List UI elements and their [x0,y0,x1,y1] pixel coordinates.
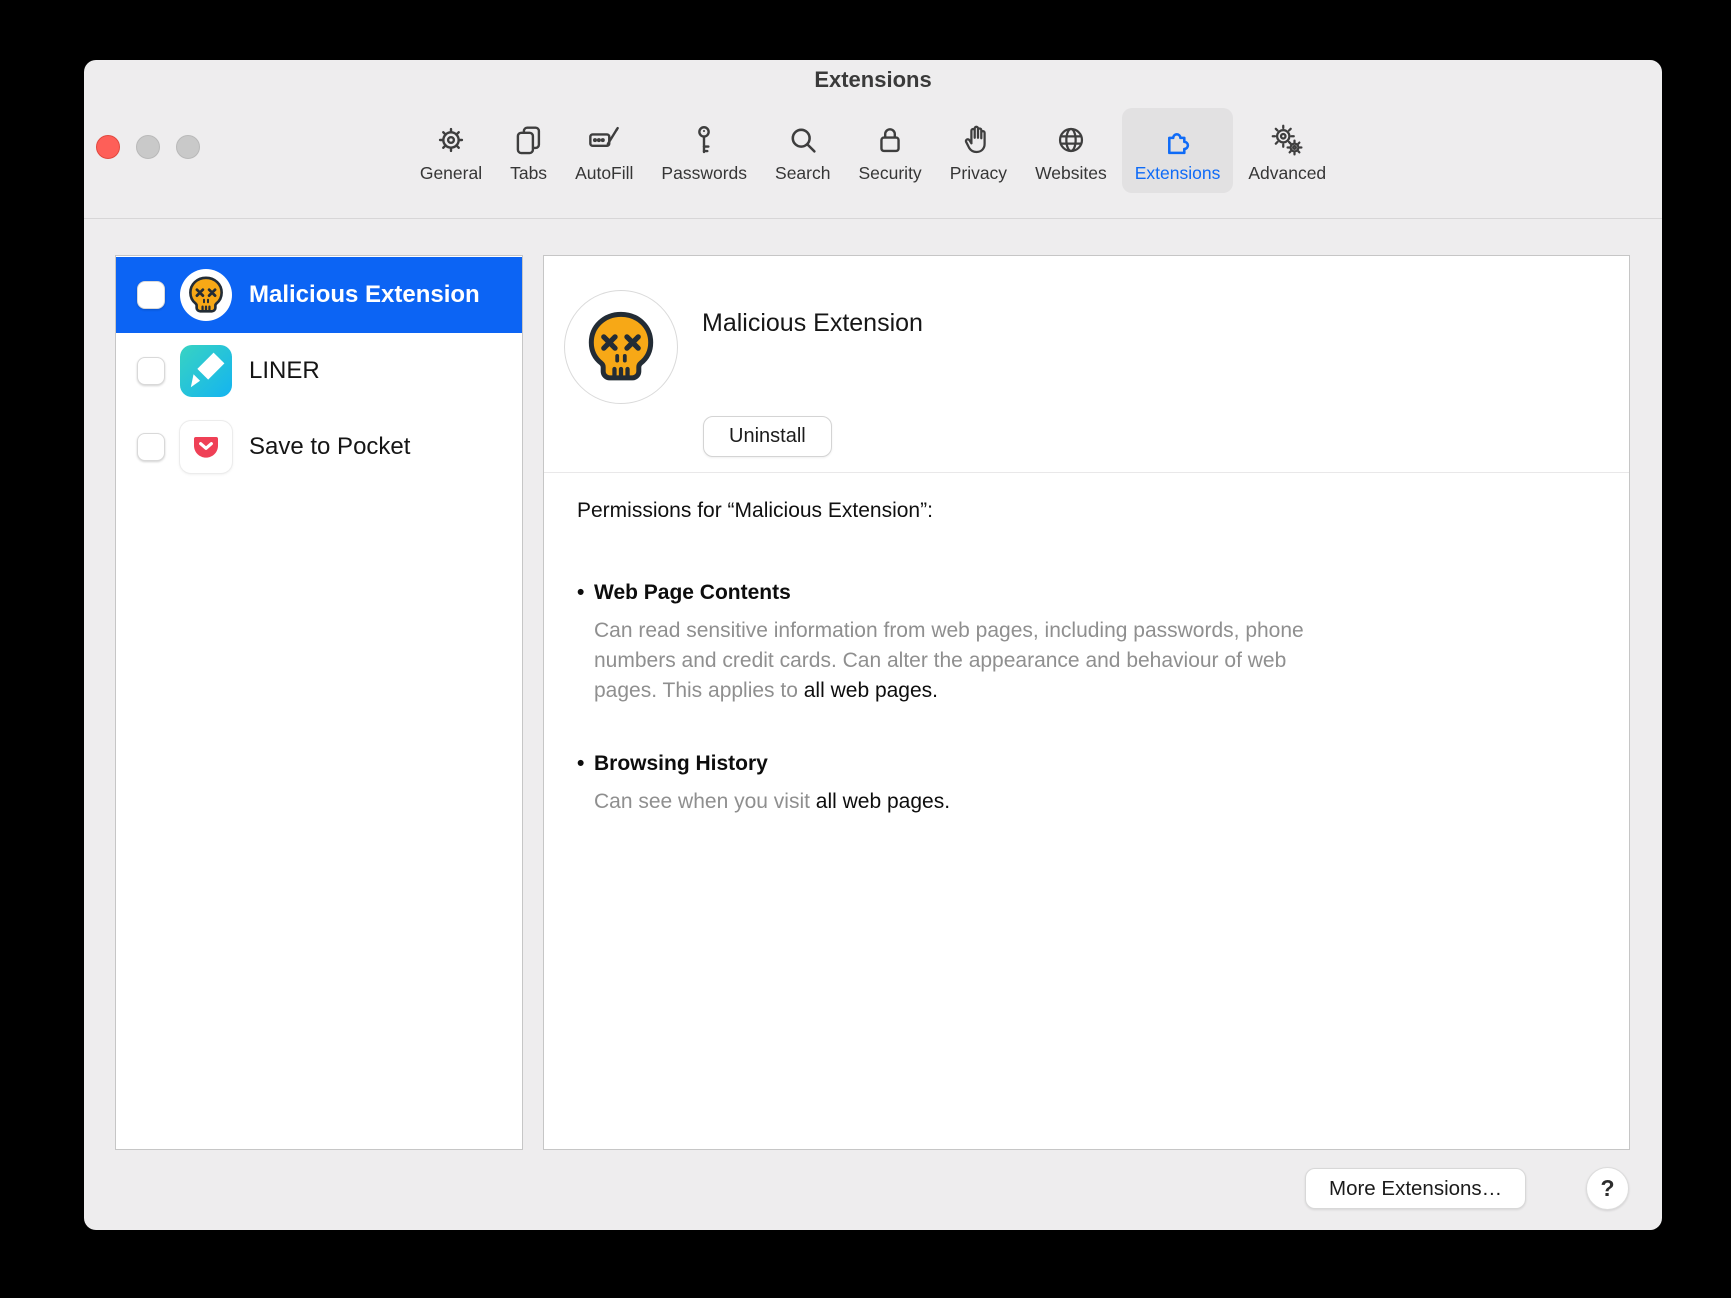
extension-name: Save to Pocket [249,433,410,461]
enable-checkbox[interactable] [137,281,165,309]
tab-tabs[interactable]: Tabs [497,108,560,193]
tab-label: Extensions [1135,163,1221,184]
permission-description: Can see when you visit all web pages. [594,787,1394,817]
permission-title: Browsing History [594,750,1394,777]
skull-icon [180,269,232,321]
extension-detail-panel: Malicious Extension Uninstall Permission… [543,255,1630,1150]
extension-name: LINER [249,357,320,385]
permission-line: numbers and credit cards. Can alter the … [594,646,1394,676]
gear-icon [433,118,469,158]
enable-checkbox[interactable] [137,357,165,385]
globe-icon [1053,118,1089,158]
key-icon [686,118,722,158]
list-item-save-to-pocket[interactable]: Save to Pocket [116,409,522,485]
liner-icon [180,345,232,397]
tab-label: Security [858,163,921,184]
tab-general[interactable]: General [407,108,495,193]
tab-search[interactable]: Search [762,108,843,193]
permission-web-page-contents: • Web Page Contents Can read sensitive i… [577,579,1579,706]
more-extensions-button[interactable]: More Extensions… [1305,1168,1526,1209]
toolbar-divider [84,218,1662,219]
permission-line: Can read sensitive information from web … [594,616,1394,646]
tab-label: Tabs [510,163,547,184]
skull-icon [564,290,678,404]
tab-extensions[interactable]: Extensions [1122,108,1234,193]
tab-label: AutoFill [575,163,633,184]
lock-icon [872,118,908,158]
tab-passwords[interactable]: Passwords [648,108,760,193]
gears-icon [1269,118,1305,158]
permission-browsing-history: • Browsing History Can see when you visi… [577,750,1579,817]
tab-label: Privacy [950,163,1007,184]
tab-label: General [420,163,482,184]
permission-line-gray: Can see when you visit [594,790,816,813]
preferences-toolbar: General Tabs AutoFill [84,108,1662,193]
permission-line-gray: pages. This applies to [594,679,804,702]
puzzle-icon [1160,118,1196,158]
uninstall-button[interactable]: Uninstall [703,416,832,457]
tab-security[interactable]: Security [845,108,934,193]
extension-name: Malicious Extension [249,281,480,309]
permission-line-emphasis: all web pages. [804,679,938,702]
permissions-section: Permissions for “Malicious Extension”: •… [577,499,1579,861]
hand-icon [960,118,996,158]
tabs-icon [511,118,547,158]
window-title: Extensions [84,67,1662,93]
tab-label: Search [775,163,830,184]
tab-label: Websites [1035,163,1107,184]
tab-advanced[interactable]: Advanced [1235,108,1339,193]
tab-label: Passwords [661,163,747,184]
tab-privacy[interactable]: Privacy [937,108,1020,193]
permission-description: Can read sensitive information from web … [594,616,1394,706]
list-item-liner[interactable]: LINER [116,333,522,409]
preferences-window: Extensions General Tabs [84,60,1662,1230]
permission-title: Web Page Contents [594,579,1394,606]
help-button[interactable]: ? [1586,1167,1629,1210]
bullet-icon: • [577,750,594,817]
tab-label: Advanced [1248,163,1326,184]
search-icon [785,118,821,158]
permission-line: pages. This applies to all web pages. [594,676,1394,706]
permission-line-emphasis: all web pages. [816,790,950,813]
permission-line: Can see when you visit all web pages. [594,787,1394,817]
permissions-heading: Permissions for “Malicious Extension”: [577,499,1579,523]
tab-websites[interactable]: Websites [1022,108,1120,193]
autofill-icon [586,118,622,158]
pocket-icon [180,421,232,473]
tab-autofill[interactable]: AutoFill [562,108,646,193]
extension-detail-title: Malicious Extension [702,309,923,338]
bullet-icon: • [577,579,594,706]
list-item-malicious-extension[interactable]: Malicious Extension [116,257,522,333]
detail-divider [544,472,1629,473]
extensions-list: Malicious Extension LINER [115,255,523,1150]
enable-checkbox[interactable] [137,433,165,461]
